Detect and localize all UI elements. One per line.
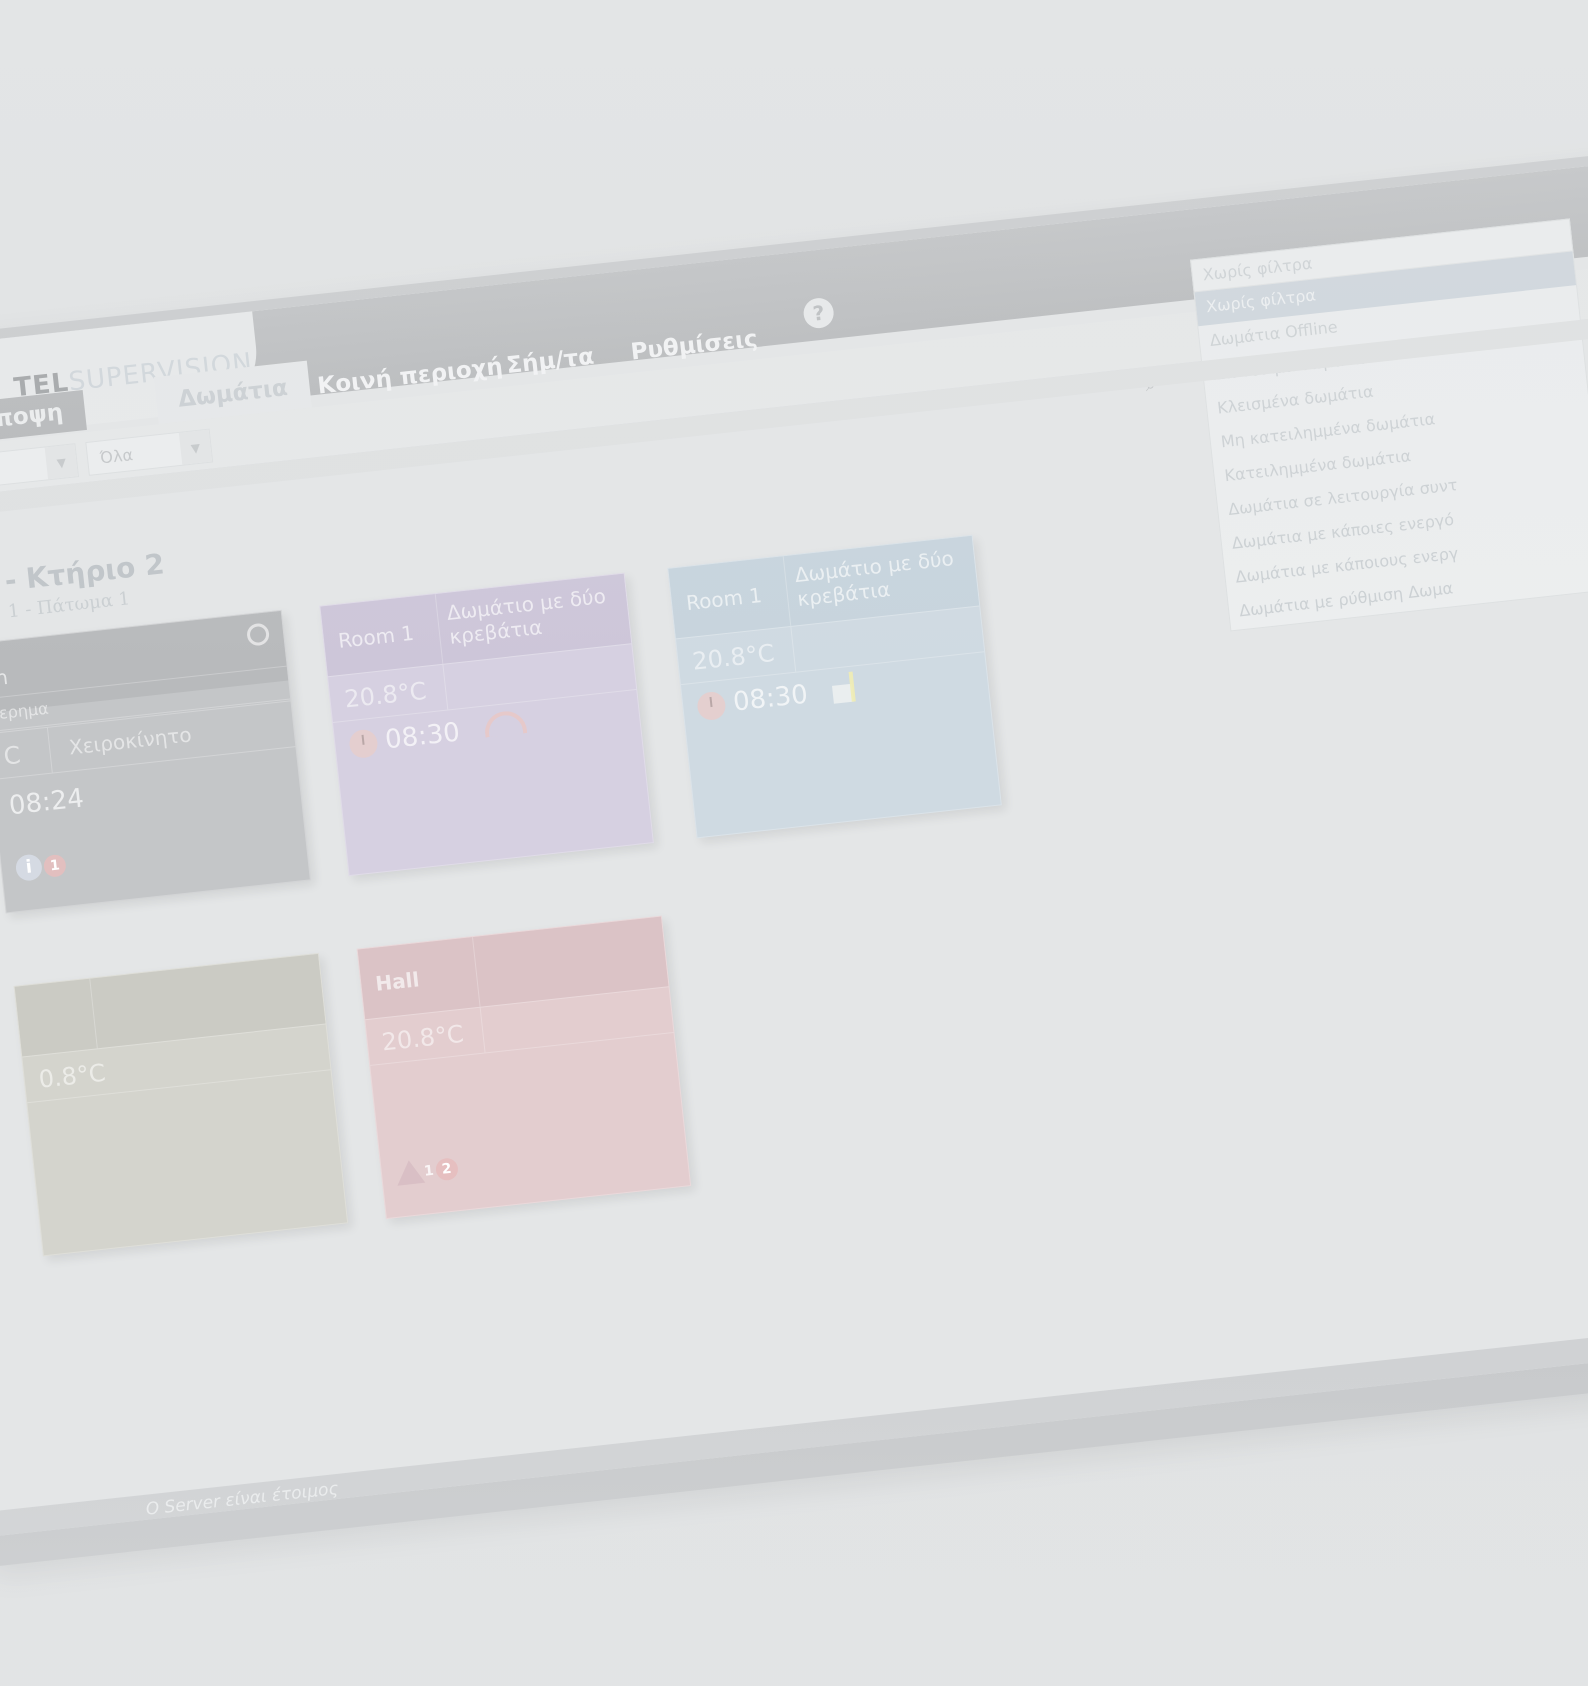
cleaning-icon xyxy=(831,670,868,707)
room-name: Room 1 xyxy=(336,620,416,653)
room-temperature: 0.8°C xyxy=(37,1058,107,1094)
row-divider xyxy=(46,727,53,773)
gauge-icon xyxy=(482,709,528,738)
filter-select-building[interactable]: ▼ xyxy=(0,443,80,489)
room-time-value: 08:30 xyxy=(731,679,810,718)
app-screen: TELSUPERVISION ική άποψη Δωμάτια Κοινή π… xyxy=(0,150,1588,1537)
row-divider xyxy=(479,1007,486,1053)
room-card[interactable]: Hall 20.8°C 12 xyxy=(356,915,692,1220)
header-divider xyxy=(89,978,98,1049)
filter-select-status[interactable]: Όλα ▼ xyxy=(85,428,214,476)
room-time-value: 08:24 xyxy=(7,783,86,822)
header-divider xyxy=(472,937,481,1007)
refresh-icon[interactable] xyxy=(245,622,271,647)
alert-count-badge: 1 xyxy=(42,853,67,878)
room-mode: Χειροκίνητο xyxy=(67,722,193,760)
chevron-down-icon: ▼ xyxy=(178,429,213,465)
room-time: 08:30 xyxy=(348,717,462,759)
building-title: - Κτήριο 2 xyxy=(3,547,166,598)
room-card[interactable]: Room 1 Δωμάτιο με δύο κρεβάτια 20.8°C 08… xyxy=(667,534,1002,839)
room-temperature: 20.8°C xyxy=(343,676,428,714)
room-time: 08:30 xyxy=(695,679,810,722)
clock-icon xyxy=(348,727,379,759)
header-divider xyxy=(434,594,444,664)
warning-count: 1 xyxy=(423,1162,435,1180)
info-icon[interactable]: i xyxy=(14,853,44,882)
room-name: Room 1 xyxy=(684,582,764,616)
room-temperature: 20.8°C xyxy=(380,1019,466,1057)
clock-icon xyxy=(695,690,727,721)
room-time: 08:24 xyxy=(8,783,86,821)
stage: TELSUPERVISION ική άποψη Δωμάτια Κοινή π… xyxy=(0,0,1588,1686)
room-type: Δωμάτιο με δύο κρεβάτια xyxy=(445,583,607,649)
room-warnings[interactable]: 12 xyxy=(394,1155,460,1191)
room-name: n xyxy=(0,664,10,691)
room-card[interactable]: Room 1 Δωμάτιο με δύο κρεβάτια 20.8°C 08… xyxy=(319,572,654,877)
row-divider xyxy=(442,664,449,710)
status-bar: Ο Server είναι έτοιμος xyxy=(0,1309,1588,1537)
help-icon[interactable]: ? xyxy=(802,296,836,330)
room-temperature: C xyxy=(2,740,22,771)
room-name: Hall xyxy=(374,967,421,996)
room-type: ερημα xyxy=(0,698,50,723)
room-temperature: 20.8°C xyxy=(691,638,776,676)
room-type: Δωμάτιο με δύο κρεβάτια xyxy=(793,546,955,612)
chevron-down-icon: ▼ xyxy=(44,444,78,480)
warning-icon[interactable] xyxy=(394,1158,426,1186)
filter-select-status-value: Όλα xyxy=(99,445,134,468)
alert-count-badge: 2 xyxy=(434,1157,459,1182)
room-card[interactable]: 0.8°C xyxy=(13,952,349,1257)
room-filter-dropdown[interactable]: Χωρίς φίλτρα Χωρίς φίλτρα Δωμάτια Offlin… xyxy=(1190,218,1588,632)
room-card[interactable]: n ερημα C Χειροκίνητο 08:24 i1 xyxy=(0,609,311,914)
room-alerts[interactable]: i1 xyxy=(14,851,68,886)
room-time-value: 08:30 xyxy=(383,717,462,756)
row-divider xyxy=(790,626,797,672)
monitor: TELSUPERVISION ική άποψη Δωμάτια Κοινή π… xyxy=(0,0,1588,1587)
header-divider xyxy=(782,556,792,627)
